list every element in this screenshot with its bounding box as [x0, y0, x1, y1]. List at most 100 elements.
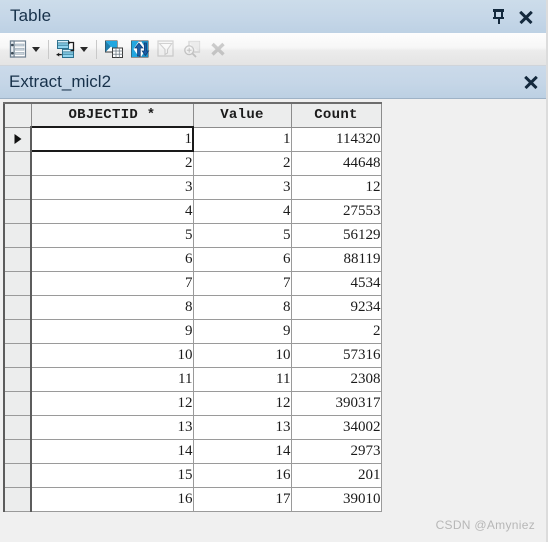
cell-value[interactable]: 7: [192, 271, 292, 296]
cell-value[interactable]: 17: [192, 487, 292, 512]
cell-count[interactable]: 12: [290, 175, 382, 200]
cell-value[interactable]: 16: [192, 463, 292, 488]
row-selector-cell[interactable]: [3, 223, 32, 248]
cell-objectid[interactable]: 15: [30, 463, 194, 488]
cell-objectid[interactable]: 10: [30, 343, 194, 368]
delete-selected-button[interactable]: [207, 37, 229, 61]
tab-extract-micl2[interactable]: Extract_micl2: [9, 73, 520, 92]
window-title: Table: [10, 6, 52, 25]
cell-value[interactable]: 10: [192, 343, 292, 368]
row-selector-cell[interactable]: [3, 127, 32, 152]
select-by-attributes-button[interactable]: [103, 37, 125, 61]
cell-count[interactable]: 2308: [290, 367, 382, 392]
row-selector-cell[interactable]: [3, 439, 32, 464]
table-row[interactable]: 7 7 4534: [3, 271, 382, 296]
close-window-button[interactable]: [517, 7, 534, 27]
cell-count[interactable]: 2973: [290, 439, 382, 464]
cell-objectid[interactable]: 8: [30, 295, 194, 320]
cell-count[interactable]: 390317: [290, 391, 382, 416]
table-row[interactable]: 1 1 114320: [3, 126, 382, 152]
cell-objectid[interactable]: 16: [30, 487, 194, 512]
row-selector-cell[interactable]: [3, 295, 32, 320]
cell-count[interactable]: 4534: [290, 271, 382, 296]
cell-objectid[interactable]: 13: [30, 415, 194, 440]
table-row[interactable]: 14 14 2973: [3, 439, 382, 464]
table-row[interactable]: 3 3 12: [3, 175, 382, 200]
table-row[interactable]: 6 6 88119: [3, 247, 382, 272]
table-row[interactable]: 11 11 2308: [3, 367, 382, 392]
row-selector-header[interactable]: [3, 102, 32, 128]
table-row[interactable]: 12 12 390317: [3, 391, 382, 416]
cell-objectid[interactable]: 11: [30, 367, 194, 392]
table-options-button[interactable]: [7, 37, 29, 61]
cell-value[interactable]: 5: [192, 223, 292, 248]
cell-value[interactable]: 2: [192, 151, 292, 176]
cell-objectid[interactable]: 1: [30, 126, 194, 152]
table-options-dropdown-arrow[interactable]: [29, 38, 42, 60]
row-selector-cell[interactable]: [3, 247, 32, 272]
cell-count[interactable]: 9234: [290, 295, 382, 320]
row-selector-cell[interactable]: [3, 367, 32, 392]
cell-objectid[interactable]: 9: [30, 319, 194, 344]
column-header-objectid[interactable]: OBJECTID *: [30, 102, 194, 128]
cell-objectid[interactable]: 7: [30, 271, 194, 296]
row-selector-cell[interactable]: [3, 199, 32, 224]
table-row[interactable]: 16 17 39010: [3, 487, 382, 512]
table-row[interactable]: 15 16 201: [3, 463, 382, 488]
column-header-count[interactable]: Count: [290, 102, 382, 128]
table-row[interactable]: 10 10 57316: [3, 343, 382, 368]
row-selector-cell[interactable]: [3, 271, 32, 296]
related-tables-dropdown-arrow[interactable]: [77, 38, 90, 60]
cell-value[interactable]: 13: [192, 415, 292, 440]
cell-value[interactable]: 3: [192, 175, 292, 200]
cell-count[interactable]: 56129: [290, 223, 382, 248]
cell-count[interactable]: 57316: [290, 343, 382, 368]
cell-value[interactable]: 12: [192, 391, 292, 416]
row-selector-cell[interactable]: [3, 391, 32, 416]
zoom-to-selected-button[interactable]: [181, 37, 203, 61]
row-selector-cell[interactable]: [3, 487, 32, 512]
cell-objectid[interactable]: 6: [30, 247, 194, 272]
row-selector-cell[interactable]: [3, 343, 32, 368]
cell-objectid[interactable]: 5: [30, 223, 194, 248]
cell-value[interactable]: 14: [192, 439, 292, 464]
cell-value[interactable]: 9: [192, 319, 292, 344]
cell-objectid[interactable]: 14: [30, 439, 194, 464]
cell-count[interactable]: 39010: [290, 487, 382, 512]
cell-count[interactable]: 201: [290, 463, 382, 488]
switch-selection-button[interactable]: [129, 37, 151, 61]
column-header-value[interactable]: Value: [192, 102, 292, 128]
row-selector-cell[interactable]: [3, 175, 32, 200]
close-tab-button[interactable]: [520, 71, 542, 93]
cell-value[interactable]: 8: [192, 295, 292, 320]
clear-selection-button[interactable]: [155, 37, 177, 61]
cell-count[interactable]: 44648: [290, 151, 382, 176]
table-row[interactable]: 4 4 27553: [3, 199, 382, 224]
table-window: Table Extract_micl2 OBJECTID * Value Cou…: [0, 0, 548, 542]
row-selector-cell[interactable]: [3, 415, 32, 440]
cell-count[interactable]: 114320: [290, 127, 382, 152]
table-row[interactable]: 5 5 56129: [3, 223, 382, 248]
cell-objectid[interactable]: 3: [30, 175, 194, 200]
table-row[interactable]: 13 13 34002: [3, 415, 382, 440]
cell-value[interactable]: 11: [192, 367, 292, 392]
table-row[interactable]: 2 2 44648: [3, 151, 382, 176]
cell-value[interactable]: 1: [192, 127, 292, 152]
row-selector-cell[interactable]: [3, 463, 32, 488]
auto-hide-pin-button[interactable]: [490, 7, 507, 27]
cell-objectid[interactable]: 12: [30, 391, 194, 416]
cell-value[interactable]: 6: [192, 247, 292, 272]
related-tables-button[interactable]: [55, 37, 77, 61]
table-row[interactable]: 992: [3, 319, 382, 344]
window-titlebar: Table: [0, 0, 548, 33]
table-row[interactable]: 8 8 9234: [3, 295, 382, 320]
cell-count[interactable]: 88119: [290, 247, 382, 272]
cell-value[interactable]: 4: [192, 199, 292, 224]
cell-objectid[interactable]: 2: [30, 151, 194, 176]
cell-objectid[interactable]: 4: [30, 199, 194, 224]
row-selector-cell[interactable]: [3, 151, 32, 176]
cell-count[interactable]: 34002: [290, 415, 382, 440]
cell-count[interactable]: 2: [290, 319, 382, 344]
row-selector-cell[interactable]: [3, 319, 32, 344]
cell-count[interactable]: 27553: [290, 199, 382, 224]
